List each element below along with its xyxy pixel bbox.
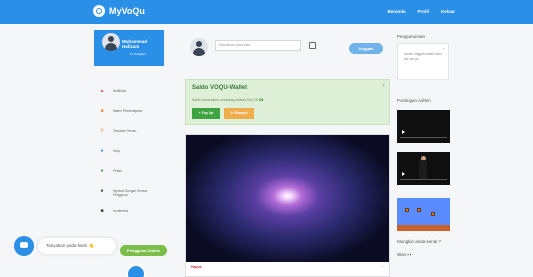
wallet-balance: Saldo dana kamu sekarang adalah Rp0,00 💵 bbox=[192, 98, 264, 102]
suggestions-title: Mungkin anda kenal ? bbox=[397, 239, 442, 244]
top-navbar: MyVoQu Beranda Profil Keluar bbox=[0, 0, 533, 24]
wallet-title: Saldo VOQU-Wallet bbox=[192, 85, 248, 91]
chat-icon: ● bbox=[100, 168, 104, 174]
more-icon[interactable]: ⋯ bbox=[381, 264, 385, 269]
play-icon[interactable] bbox=[402, 172, 405, 176]
book-icon: ■ bbox=[100, 108, 104, 114]
avatar[interactable] bbox=[102, 33, 120, 51]
sidebar-item-materi[interactable]: ■ Materi Pembelajaran bbox=[94, 106, 166, 126]
post-input[interactable]: Masukkan kata-kata bbox=[215, 40, 301, 51]
follower-count: 0 | Pengikut bbox=[130, 52, 146, 56]
progress-bar[interactable] bbox=[400, 137, 447, 138]
sidebar-item-label: Ngobrol Dengan Semua Pengguna bbox=[113, 189, 148, 197]
comment-icon: ● bbox=[100, 188, 104, 194]
search-icon: ⚲ bbox=[100, 128, 104, 134]
person-thumbnail bbox=[419, 160, 427, 180]
history-button[interactable]: ↻ Riwayat bbox=[224, 108, 254, 119]
wallet-card: Saldo VOQU-Wallet × Saldo dana kamu seka… bbox=[185, 79, 390, 125]
announcements-title: Pengumuman bbox=[397, 34, 426, 39]
nav-link-beranda[interactable]: Beranda bbox=[387, 9, 405, 14]
game-ground bbox=[397, 225, 450, 231]
admin-image-game[interactable] bbox=[397, 198, 450, 231]
play-icon[interactable] bbox=[402, 130, 405, 134]
brand[interactable]: MyVoQu bbox=[93, 5, 145, 17]
nav-links: Beranda Profil Keluar bbox=[387, 9, 455, 14]
sidebar-item-label: Pesan bbox=[113, 169, 123, 173]
sidebar-item-notifikasi[interactable]: ▲ Notifikasi bbox=[94, 86, 166, 106]
post-card: Hapus ⋯ bbox=[185, 134, 390, 277]
sidebar-item-label: Notifikasi bbox=[113, 89, 126, 93]
sidebar-item-label: Materi Pembelajaran bbox=[113, 109, 143, 113]
game-block bbox=[417, 208, 421, 212]
chat-tooltip[interactable]: Tanyakan pada kami 👋 bbox=[38, 238, 116, 254]
admin-video-2[interactable] bbox=[397, 152, 450, 185]
post-image[interactable] bbox=[186, 135, 389, 262]
sidebar-item-grup[interactable]: ● Grup bbox=[94, 146, 166, 166]
attach-icon[interactable] bbox=[309, 42, 316, 49]
avatar bbox=[190, 38, 208, 56]
delete-link[interactable]: Hapus bbox=[191, 265, 202, 269]
brand-name: MyVoQu bbox=[109, 6, 145, 16]
admin-posts-title: Postingan Admin bbox=[397, 98, 431, 103]
post-composer: Masukkan kata-kata Unggah bbox=[185, 30, 390, 66]
profile-name: Muhammad Hafizam bbox=[122, 39, 148, 49]
sidebar-item-temukan-teman[interactable]: ⚲ Temukan Teman bbox=[94, 126, 166, 146]
sidebar-item-label: Grup bbox=[113, 149, 121, 153]
announcement-text: Admin unggah materi baru nih cek ya bbox=[404, 52, 442, 61]
game-block bbox=[405, 208, 409, 212]
nav-link-profil[interactable]: Profil bbox=[417, 9, 429, 14]
sidebar-item-pesan[interactable]: ● Pesan bbox=[94, 166, 166, 186]
close-icon[interactable]: × bbox=[382, 83, 385, 89]
logo-icon bbox=[93, 5, 105, 17]
sidebar-menu: ▲ Notifikasi ■ Materi Pembelajaran ⚲ Tem… bbox=[94, 86, 166, 226]
video-icon: ■ bbox=[100, 208, 104, 214]
admin-video-1[interactable] bbox=[397, 110, 450, 143]
upload-button[interactable]: Unggah bbox=[349, 43, 383, 54]
profile-card[interactable]: Muhammad Hafizam 0 | Pengikut bbox=[94, 30, 164, 66]
game-block bbox=[431, 212, 435, 216]
sidebar-item-label: Konferensi bbox=[113, 209, 129, 213]
chat-button[interactable] bbox=[14, 236, 34, 256]
sidebar-item-label: Temukan Teman bbox=[113, 129, 137, 133]
topup-button[interactable]: + Top Up bbox=[192, 108, 220, 119]
nav-link-keluar[interactable]: Keluar bbox=[441, 9, 455, 14]
avatar[interactable] bbox=[126, 264, 146, 277]
announcement-card[interactable]: × Admin unggah materi baru nih cek ya bbox=[397, 43, 449, 80]
online-users-button[interactable]: Pengguna Online bbox=[120, 245, 167, 256]
sidebar-item-konferensi[interactable]: ■ Konferensi bbox=[94, 206, 166, 226]
close-icon[interactable]: × bbox=[443, 46, 445, 51]
group-icon: ● bbox=[100, 148, 104, 154]
progress-bar[interactable] bbox=[400, 179, 447, 180]
sidebar-item-ngobrol[interactable]: ● Ngobrol Dengan Semua Pengguna bbox=[94, 186, 166, 206]
suggestion-name[interactable]: Wan 👀 bbox=[397, 252, 413, 258]
bell-icon: ▲ bbox=[99, 88, 105, 94]
